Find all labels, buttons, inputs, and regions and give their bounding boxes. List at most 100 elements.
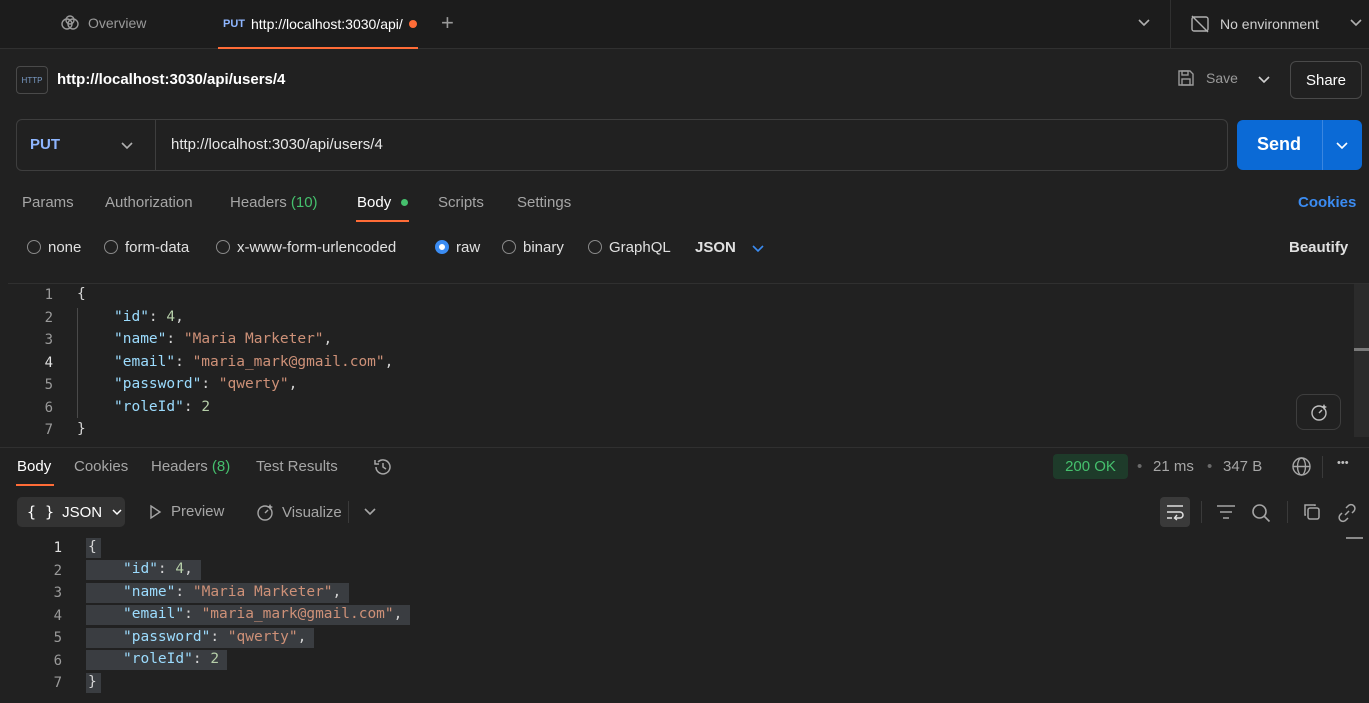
- divider: [1287, 501, 1288, 523]
- copy-icon[interactable]: [1303, 503, 1321, 524]
- radio-graphql-label[interactable]: GraphQL: [609, 239, 671, 256]
- response-format-label: JSON: [62, 503, 103, 521]
- history-icon[interactable]: [372, 456, 394, 481]
- line-number: 2: [53, 563, 62, 579]
- send-options-chevron-icon[interactable]: [1333, 137, 1351, 156]
- response-size[interactable]: 347 B: [1223, 458, 1262, 475]
- chevron-down-icon[interactable]: [362, 505, 378, 522]
- tab-scripts[interactable]: Scripts: [438, 194, 484, 211]
- overview-icon: [61, 15, 79, 30]
- beautify-link[interactable]: Beautify: [1289, 239, 1348, 256]
- line-number: 1: [53, 540, 62, 556]
- radio-graphql[interactable]: [588, 240, 602, 254]
- visualize-icon: [257, 504, 273, 521]
- separator-dot: •: [1207, 458, 1213, 475]
- environment-selector[interactable]: No environment: [1190, 14, 1319, 34]
- cookies-link[interactable]: Cookies: [1298, 194, 1356, 211]
- radio-urlencoded-label[interactable]: x-www-form-urlencoded: [237, 239, 396, 256]
- code-line: "roleId": 2: [114, 399, 211, 415]
- line-number: 3: [44, 332, 53, 348]
- code-line: "roleId": 2: [86, 650, 228, 670]
- code-brace: {: [77, 286, 86, 302]
- tab-method: PUT: [223, 17, 245, 30]
- filter-icon[interactable]: [1216, 503, 1236, 524]
- code-brace: }: [86, 673, 101, 693]
- wrap-button[interactable]: [1160, 497, 1190, 527]
- chevron-down-icon[interactable]: [1348, 14, 1364, 33]
- line-number: 7: [44, 422, 53, 438]
- search-icon[interactable]: [1251, 503, 1271, 526]
- response-time[interactable]: 21 ms: [1153, 458, 1194, 475]
- response-tab-cookies[interactable]: Cookies: [74, 458, 128, 475]
- tab-headers[interactable]: Headers (10): [230, 194, 318, 211]
- method-select[interactable]: PUT: [30, 136, 60, 153]
- tab-settings[interactable]: Settings: [517, 194, 571, 211]
- radio-raw-label[interactable]: raw: [456, 239, 480, 256]
- tab-request-active[interactable]: PUT http://localhost:3030/api/users/4: [218, 0, 418, 49]
- divider: [1170, 0, 1171, 49]
- environment-label: No environment: [1220, 16, 1319, 32]
- scrollbar-thumb[interactable]: [1354, 348, 1369, 351]
- chevron-down-icon[interactable]: [750, 240, 766, 259]
- format-select[interactable]: JSON: [695, 239, 736, 256]
- tab-authorization[interactable]: Authorization: [105, 194, 193, 211]
- editor-scrollbar[interactable]: [1354, 284, 1369, 437]
- ai-assist-icon: [1310, 404, 1327, 421]
- globe-icon[interactable]: [1291, 456, 1312, 480]
- line-number: 4: [44, 355, 53, 371]
- active-tab-indicator: [356, 220, 409, 222]
- response-tab-test-results[interactable]: Test Results: [256, 458, 338, 475]
- response-tab-headers[interactable]: Headers (8): [151, 458, 230, 475]
- preview-button[interactable]: Preview: [147, 503, 224, 520]
- plus-icon[interactable]: +: [441, 10, 454, 36]
- wrap-icon: [1167, 505, 1184, 521]
- visualize-label: Visualize: [282, 503, 342, 521]
- save-label: Save: [1206, 70, 1238, 86]
- line-number: 3: [53, 585, 62, 601]
- radio-form-data-label[interactable]: form-data: [125, 239, 189, 256]
- url-input[interactable]: http://localhost:3030/api/users/4: [171, 136, 383, 153]
- indent-guide: [77, 308, 78, 418]
- radio-binary[interactable]: [502, 240, 516, 254]
- chevron-down-icon[interactable]: [1136, 14, 1152, 33]
- code-line: "id": 4,: [114, 309, 184, 325]
- more-options-icon[interactable]: •••: [1337, 457, 1349, 469]
- send-label[interactable]: Send: [1257, 134, 1301, 155]
- request-title[interactable]: http://localhost:3030/api/users/4: [57, 71, 285, 88]
- line-number: 6: [53, 653, 62, 669]
- link-icon[interactable]: [1337, 503, 1357, 526]
- ai-assist-button[interactable]: [1296, 394, 1341, 430]
- scrollbar-thumb[interactable]: [1346, 537, 1363, 539]
- radio-raw[interactable]: [435, 240, 449, 254]
- tab-body[interactable]: Body: [357, 194, 391, 211]
- line-number: 6: [44, 400, 53, 416]
- divider: [1201, 501, 1202, 523]
- code-line: "name": "Maria Marketer",: [86, 583, 350, 603]
- headers-count: (10): [290, 194, 318, 211]
- visualize-button[interactable]: Visualize: [256, 503, 342, 521]
- tab-overview[interactable]: Overview: [60, 15, 146, 31]
- tab-params[interactable]: Params: [22, 194, 74, 211]
- save-icon: [1178, 70, 1194, 86]
- no-environment-icon: [1191, 15, 1209, 33]
- line-number: 7: [53, 675, 62, 691]
- line-number: 5: [53, 630, 62, 646]
- radio-none-label[interactable]: none: [48, 239, 81, 256]
- active-tab-indicator: [16, 484, 54, 486]
- radio-urlencoded[interactable]: [216, 240, 230, 254]
- response-tab-body[interactable]: Body: [17, 458, 51, 475]
- http-icon: HTTP: [16, 66, 48, 94]
- divider: [155, 120, 156, 170]
- braces-icon: { }: [27, 503, 55, 521]
- save-options-chevron-icon[interactable]: [1256, 68, 1272, 93]
- status-badge[interactable]: 200 OK: [1053, 454, 1128, 479]
- save-button[interactable]: Save: [1176, 68, 1238, 88]
- radio-binary-label[interactable]: binary: [523, 239, 564, 256]
- chevron-down-icon[interactable]: [119, 137, 135, 156]
- radio-none[interactable]: [27, 240, 41, 254]
- code-brace: {: [86, 538, 101, 558]
- share-button[interactable]: Share: [1290, 61, 1362, 99]
- divider: [1322, 120, 1323, 170]
- radio-form-data[interactable]: [104, 240, 118, 254]
- response-format-select[interactable]: { } JSON: [17, 497, 125, 527]
